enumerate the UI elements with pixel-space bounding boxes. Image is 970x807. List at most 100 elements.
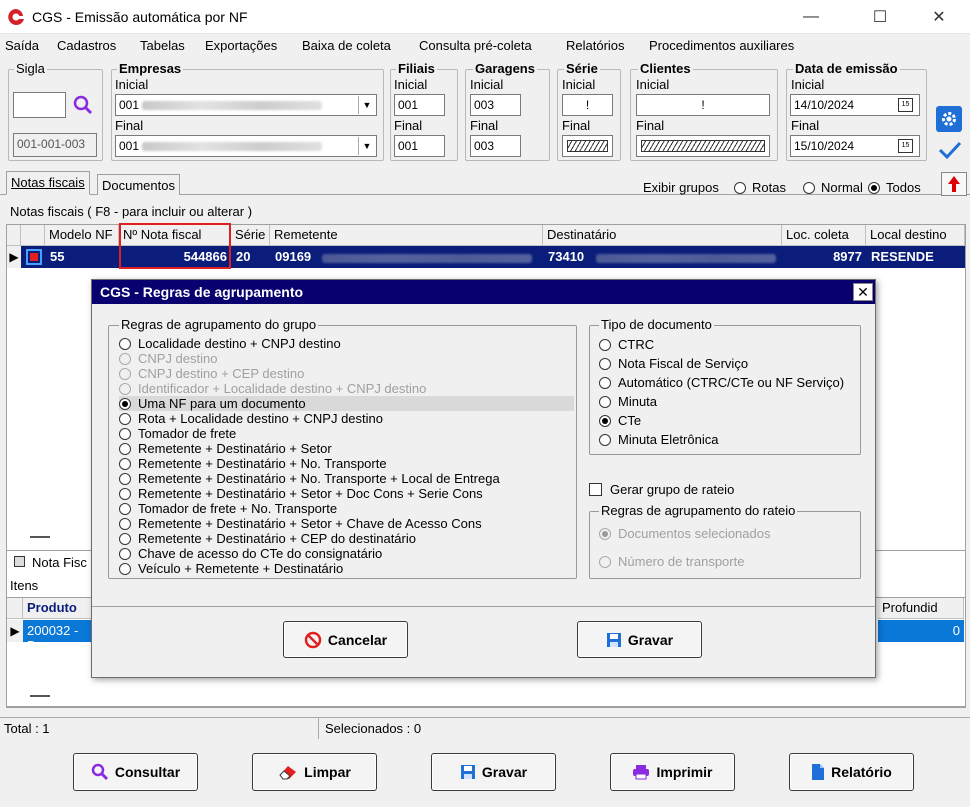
clientes-final-input[interactable] (636, 135, 770, 157)
option-label: Localidade destino + CNPJ destino (138, 336, 341, 351)
col-serie[interactable]: Série (231, 225, 270, 246)
sigla-input[interactable] (13, 92, 66, 118)
rules-option[interactable]: Uma NF para um documento (119, 396, 574, 411)
rules-option[interactable]: Remetente + Destinatário + Setor (119, 441, 332, 456)
serie-inicial-input[interactable]: ! (562, 94, 613, 116)
rules-option[interactable]: Rota + Localidade destino + CNPJ destino (119, 411, 383, 426)
calendar-icon[interactable]: 15 (898, 98, 913, 112)
chevron-down-icon[interactable]: ▼ (358, 137, 375, 155)
rules-option[interactable]: Remetente + Destinatário + No. Transport… (119, 471, 500, 486)
tipo-option[interactable]: Automático (CTRC/CTe ou NF Serviço) (599, 375, 844, 390)
rules-option[interactable]: Remetente + Destinatário + Setor + Chave… (119, 516, 482, 531)
itens-cell-prof[interactable]: 0 (878, 620, 964, 642)
col-modelo-nf[interactable]: Modelo NF (45, 225, 119, 246)
radio-rotas[interactable]: Rotas (734, 180, 786, 195)
garagens-final-input[interactable]: 003 (470, 135, 521, 157)
option-label: Remetente + Destinatário + Setor + Chave… (138, 516, 482, 531)
dialog-close-icon[interactable]: ✕ (853, 283, 873, 301)
menu-cadastros[interactable]: Cadastros (57, 38, 116, 53)
cancelar-button[interactable]: Cancelar (283, 621, 408, 658)
col-remetente[interactable]: Remetente (270, 225, 543, 246)
splitter-handle[interactable] (30, 536, 50, 538)
exibir-grupos-label: Exibir grupos (643, 180, 719, 195)
checkmark-icon[interactable] (938, 140, 962, 160)
settings-gear-icon[interactable] (936, 106, 962, 132)
limpar-button[interactable]: Limpar (252, 753, 377, 791)
serie-final-input[interactable] (562, 135, 613, 157)
rules-option[interactable]: Veículo + Remetente + Destinatário (119, 561, 343, 576)
col-destinatario[interactable]: Destinatário (543, 225, 782, 246)
tipo-option[interactable]: CTe (599, 413, 641, 428)
garagens-final-label: Final (470, 118, 499, 133)
col-loc-coleta[interactable]: Loc. coleta (782, 225, 866, 246)
col-profundidade[interactable]: Profundid (878, 598, 964, 619)
menu-consulta-precoleta[interactable]: Consulta pré-coleta (419, 38, 532, 53)
arrow-up-icon (948, 176, 960, 192)
empresas-inicial-select[interactable]: 001 ▼ (115, 94, 377, 116)
tab-notas-fiscais[interactable]: Notas fiscais (6, 171, 90, 195)
col-produto[interactable]: Produto (23, 598, 93, 619)
radio-todos[interactable]: Todos (868, 180, 921, 195)
menu-baixa-coleta[interactable]: Baixa de coleta (302, 38, 391, 53)
itens-label: Itens (10, 578, 39, 593)
chevron-down-icon[interactable]: ▼ (358, 96, 375, 114)
imprimir-label: Imprimir (656, 764, 713, 780)
tipo-option[interactable]: Nota Fiscal de Serviço (599, 356, 748, 371)
rateio-option: Documentos selecionados (599, 526, 770, 541)
dialog-gravar-button[interactable]: Gravar (577, 621, 702, 658)
rules-option[interactable]: Tomador de frete (119, 426, 236, 441)
rules-option[interactable]: Remetente + Destinatário + CEP do destin… (119, 531, 416, 546)
rules-option[interactable]: Tomador de frete + No. Transporte (119, 501, 337, 516)
row-checkbox[interactable] (26, 249, 42, 265)
filiais-inicial-input[interactable]: 001 (394, 94, 445, 116)
menu-tabelas[interactable]: Tabelas (140, 38, 185, 53)
search-icon (91, 763, 108, 781)
rules-option[interactable]: Chave de acesso do CTe do consignatário (119, 546, 382, 561)
up-arrow-button[interactable] (941, 172, 967, 196)
tab-nota-fisc[interactable]: Nota Fisc (32, 555, 87, 570)
gerar-rateio-checkbox[interactable]: Gerar grupo de rateio (589, 482, 734, 497)
calendar-icon[interactable]: 15 (898, 139, 913, 153)
data-emissao-legend: Data de emissão (793, 61, 900, 76)
radio-icon (119, 337, 131, 350)
gravar-button[interactable]: Gravar (431, 753, 556, 791)
tipo-option[interactable]: CTRC (599, 337, 654, 352)
tipo-option[interactable]: Minuta Eletrônica (599, 432, 718, 447)
imprimir-button[interactable]: Imprimir (610, 753, 735, 791)
col-local-destino[interactable]: Local destino (866, 225, 965, 246)
consultar-button[interactable]: Consultar (73, 753, 198, 791)
radio-icon (868, 181, 880, 194)
data-inicial-input[interactable]: 14/10/2024 15 (790, 94, 920, 116)
radio-normal[interactable]: Normal (803, 180, 863, 195)
tipo-option[interactable]: Minuta (599, 394, 657, 409)
garagens-inicial-input[interactable]: 003 (470, 94, 521, 116)
menu-relatorios[interactable]: Relatórios (566, 38, 625, 53)
rules-option[interactable]: Localidade destino + CNPJ destino (119, 336, 341, 351)
rules-option[interactable]: Remetente + Destinatário + No. Transport… (119, 456, 387, 471)
radio-icon (119, 532, 131, 545)
minimize-button[interactable]: — (788, 0, 834, 34)
clientes-inicial-input[interactable]: ! (636, 94, 770, 116)
relatorio-button[interactable]: Relatório (789, 753, 914, 791)
option-label: Remetente + Destinatário + Setor + Doc C… (138, 486, 483, 501)
cell-modelo: 55 (50, 249, 65, 264)
menu-procedimentos[interactable]: Procedimentos auxiliares (649, 38, 794, 53)
rules-option[interactable]: Remetente + Destinatário + Setor + Doc C… (119, 486, 483, 501)
close-button[interactable]: ✕ (916, 0, 962, 34)
tab-documentos[interactable]: Documentos (97, 174, 180, 195)
data-final-input[interactable]: 15/10/2024 15 (790, 135, 920, 157)
notas-caption: Notas fiscais ( F8 - para incluir ou alt… (10, 204, 253, 219)
itens-cell-produto[interactable]: 200032 - D (23, 620, 93, 653)
menu-exportacoes[interactable]: Exportações (205, 38, 277, 53)
splitter-handle[interactable] (30, 695, 50, 697)
radio-icon (599, 527, 611, 540)
radio-icon (119, 457, 131, 470)
maximize-button[interactable]: ☐ (857, 0, 903, 34)
gerar-rateio-label: Gerar grupo de rateio (610, 482, 735, 497)
menu-saida[interactable]: Saída (5, 38, 39, 53)
status-total: Total : 1 (4, 721, 50, 736)
lower-tab-icon (14, 556, 25, 567)
empresas-final-select[interactable]: 001 ▼ (115, 135, 377, 157)
filiais-final-input[interactable]: 001 (394, 135, 445, 157)
search-icon[interactable] (72, 94, 94, 116)
